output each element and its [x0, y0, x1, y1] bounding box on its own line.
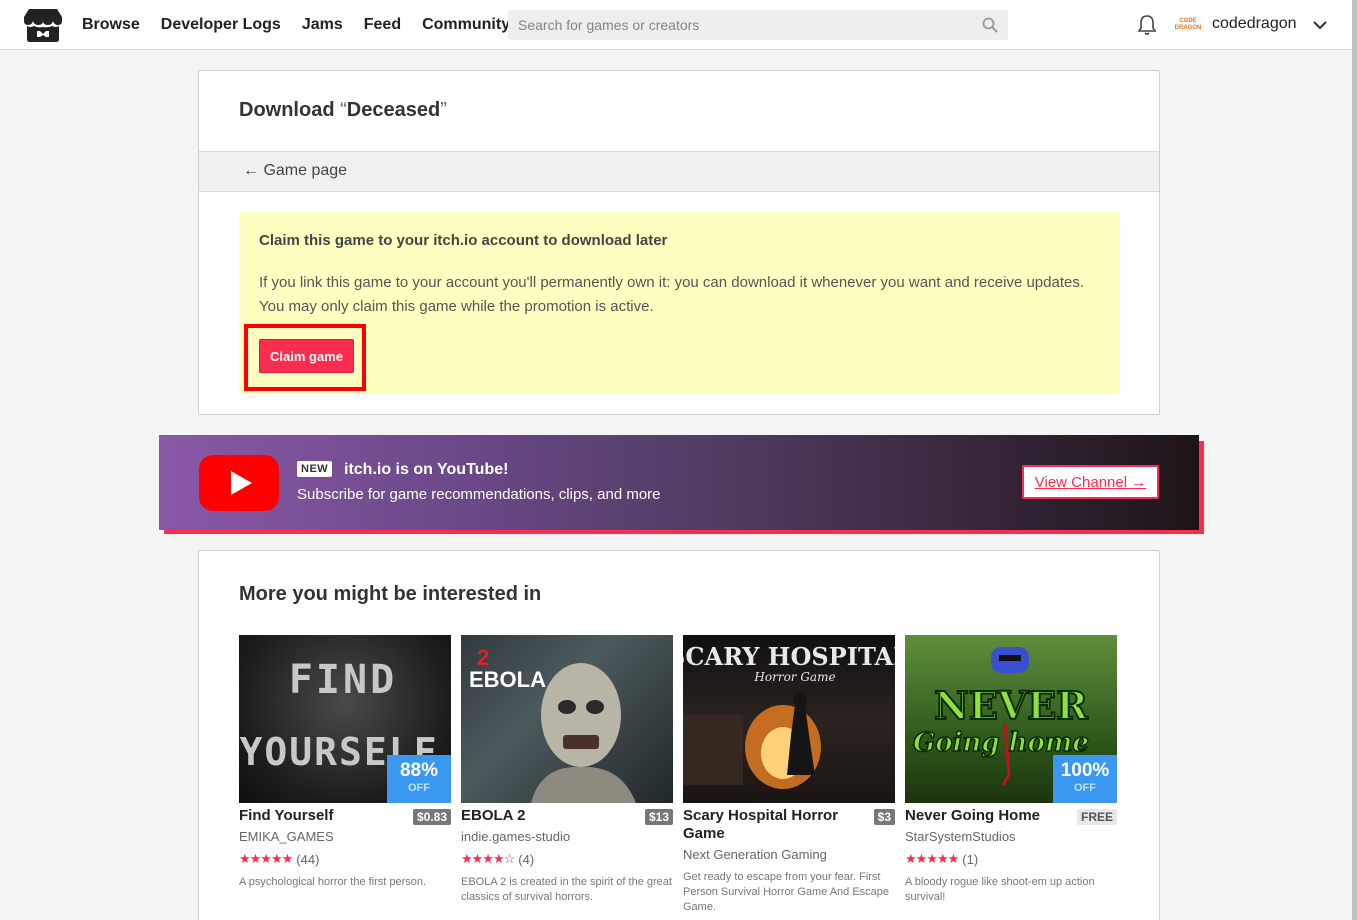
search-icon[interactable] — [982, 17, 998, 33]
youtube-banner[interactable]: NEW itch.io is on YouTube! Subscribe for… — [159, 435, 1199, 530]
rating-count: (44) — [296, 851, 320, 867]
rating: ★★★★★ (1) — [905, 851, 978, 867]
art-text-1: SCARY HOSPITAL — [683, 642, 895, 671]
game-description: A psychological horror the first person. — [239, 876, 427, 888]
itch-logo-icon[interactable] — [24, 7, 62, 43]
game-author[interactable]: EMIKA_GAMES — [239, 829, 334, 844]
game-art: SCARY HOSPITAL Horror Game — [683, 642, 895, 789]
game-title[interactable]: Never Going Home — [905, 807, 1065, 825]
game-title[interactable]: EBOLA 2 — [461, 807, 621, 825]
main-nav: Browse Developer Logs Jams Feed Communit… — [82, 0, 531, 50]
game-title[interactable]: Find Yourself — [239, 807, 399, 825]
nav-developer-logs[interactable]: Developer Logs — [161, 16, 281, 34]
nav-browse[interactable]: Browse — [82, 16, 140, 34]
price-badge: $13 — [644, 809, 673, 825]
price-badge: $3 — [873, 809, 895, 825]
title-close-quote: ” — [440, 99, 447, 121]
art-text-1: FIND — [289, 657, 397, 703]
art-text-2: EBOLA — [469, 667, 546, 692]
game-art: 2 EBOLA — [469, 645, 636, 803]
avatar-text-top: CODE — [1179, 18, 1197, 24]
rating: ★★★★☆ (4) — [461, 851, 534, 867]
art-text-2: Horror Game — [753, 670, 835, 684]
price-badge: $0.83 — [412, 809, 451, 825]
title-open-quote: “ — [340, 99, 347, 121]
scrollbar[interactable] — [1352, 0, 1357, 920]
avatar[interactable]: CODE DRAGON — [1174, 12, 1202, 38]
sale-off: OFF — [1074, 782, 1096, 794]
rating: ★★★★★ (44) — [239, 851, 319, 867]
chevron-down-icon[interactable] — [1312, 17, 1328, 33]
rating-count: (1) — [962, 851, 979, 867]
download-panel: Download “Deceased” ← Game page Claim th… — [198, 70, 1160, 415]
youtube-logo-icon — [199, 455, 279, 511]
game-card-find-yourself[interactable]: FIND YOURSELF 88% OFF Find Yourself $0.8… — [239, 635, 451, 888]
notification-bell-icon[interactable] — [1137, 14, 1157, 36]
top-bar: Browse Developer Logs Jams Feed Communit… — [0, 0, 1357, 50]
username[interactable]: codedragon — [1212, 15, 1297, 33]
game-thumbnail[interactable]: FIND YOURSELF 88% OFF — [239, 635, 451, 803]
game-thumbnail[interactable]: NEVER Going home 100% OFF — [905, 635, 1117, 803]
avatar-text-bottom: DRAGON — [1174, 25, 1202, 31]
nav-community[interactable]: Community — [422, 16, 510, 34]
back-bar: ← Game page — [199, 151, 1159, 192]
nav-jams[interactable]: Jams — [302, 16, 343, 34]
search-input[interactable] — [508, 10, 1008, 40]
search-box — [508, 10, 1008, 40]
art-text-2: Going home — [913, 728, 1089, 758]
title-prefix: Download — [239, 99, 335, 121]
game-description: Get ready to escape from your fear. Firs… — [683, 871, 890, 913]
recommendations-panel: More you might be interested in FIND YOU… — [198, 550, 1160, 920]
game-author[interactable]: Next Generation Gaming — [683, 847, 827, 862]
game-author[interactable]: indie.games-studio — [461, 829, 570, 844]
page-title: Download “Deceased” — [239, 99, 447, 122]
price-badge: FREE — [1076, 809, 1117, 825]
game-thumbnail[interactable]: 2 EBOLA — [461, 635, 673, 803]
claim-text: If you link this game to your account yo… — [259, 274, 1084, 315]
star-rating-icon: ★★★★☆ — [461, 851, 515, 866]
sale-off: OFF — [408, 782, 430, 794]
sale-percent: 88% — [399, 760, 439, 781]
art-text-1: NEVER — [934, 683, 1088, 728]
title-game-name: Deceased — [346, 99, 441, 121]
claim-box: Claim this game to your itch.io account … — [239, 212, 1120, 394]
view-channel-button[interactable]: View Channel → — [1022, 465, 1159, 499]
nav-feed[interactable]: Feed — [364, 16, 401, 34]
star-rating-icon: ★★★★★ — [905, 851, 959, 866]
game-thumbnail[interactable]: SCARY HOSPITAL Horror Game — [683, 635, 895, 803]
game-author[interactable]: StarSystemStudios — [905, 829, 1016, 844]
sale-badge: 88% OFF — [387, 755, 451, 803]
recommendations-heading: More you might be interested in — [239, 583, 542, 605]
sale-percent: 100% — [1060, 760, 1110, 781]
new-badge: NEW — [297, 461, 333, 477]
game-description: EBOLA 2 is created in the spirit of the … — [461, 876, 672, 903]
sale-badge: 100% OFF — [1053, 755, 1117, 803]
game-description: A bloody rogue like shoot-em up action s… — [905, 876, 1095, 903]
star-rating-icon: ★★★★★ — [239, 851, 293, 866]
game-card-never-going-home[interactable]: NEVER Going home 100% OFF Never Going Ho… — [905, 635, 1117, 903]
game-page-link[interactable]: ← Game page — [243, 162, 347, 180]
banner-title: itch.io is on YouTube! — [344, 461, 509, 478]
game-card-scary-hospital[interactable]: SCARY HOSPITAL Horror Game Scary Hospita… — [683, 635, 895, 913]
game-title[interactable]: Scary Hospital Horror Game — [683, 807, 843, 843]
claim-game-button[interactable]: Claim game — [259, 339, 354, 373]
banner-subtitle: Subscribe for game recommendations, clip… — [297, 486, 661, 503]
rating-count: (4) — [518, 851, 535, 867]
claim-heading: Claim this game to your itch.io account … — [259, 232, 668, 249]
game-card-ebola-2[interactable]: 2 EBOLA EBOLA 2 $13 indie.games-studio ★… — [461, 635, 673, 903]
